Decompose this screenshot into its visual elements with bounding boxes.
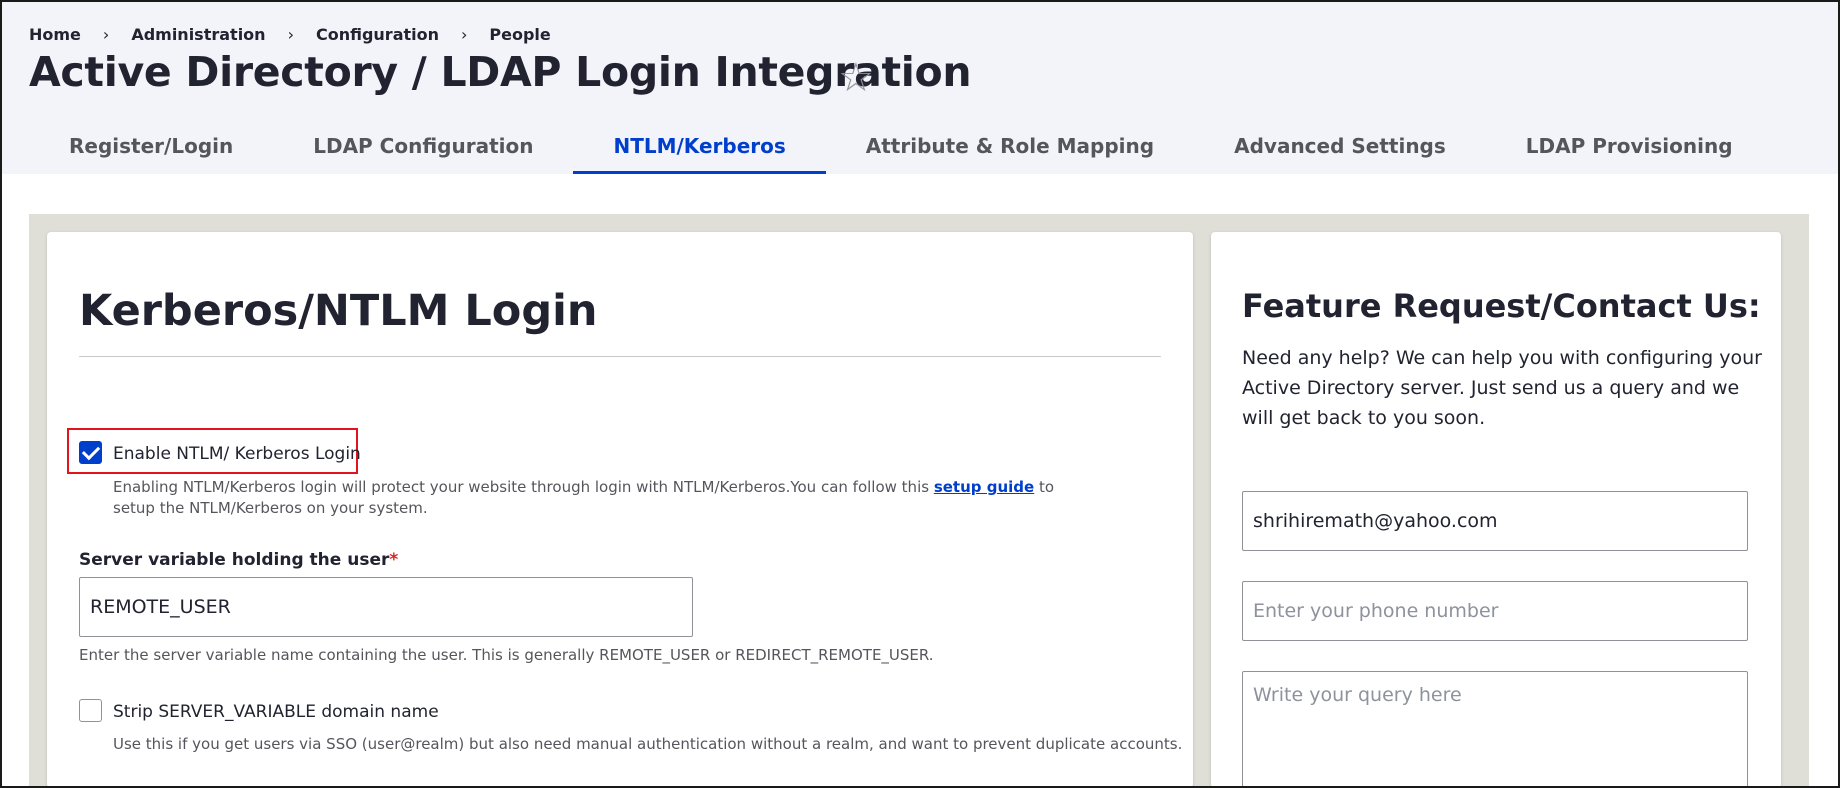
server-variable-help: Enter the server variable name containin…: [79, 646, 934, 664]
strip-domain-description: Use this if you get users via SSO (user@…: [113, 735, 1183, 753]
breadcrumb-configuration[interactable]: Configuration: [316, 25, 439, 44]
page-title: Active Directory / LDAP Login Integratio…: [29, 48, 972, 96]
tab-register-login[interactable]: Register/Login: [29, 122, 273, 174]
tab-ntlm-kerberos[interactable]: NTLM/Kerberos: [573, 122, 826, 174]
enable-ntlm-label: Enable NTLM/ Kerberos Login: [113, 444, 361, 464]
breadcrumb-home[interactable]: Home: [29, 25, 81, 44]
breadcrumb-administration[interactable]: Administration: [131, 25, 265, 44]
breadcrumb-people[interactable]: People: [489, 25, 550, 44]
setup-guide-link[interactable]: setup guide: [934, 478, 1034, 496]
chevron-right-icon: ›: [287, 24, 294, 44]
page-header: Home › Administration › Configuration › …: [0, 0, 1840, 174]
description-text: Enabling NTLM/Kerberos login will protec…: [113, 478, 934, 496]
section-title: Kerberos/NTLM Login: [79, 286, 598, 336]
chevron-right-icon: ›: [102, 24, 110, 44]
email-field[interactable]: shrihiremath@yahoo.com: [1242, 491, 1748, 551]
strip-domain-checkbox[interactable]: [79, 699, 102, 722]
enable-ntlm-checkbox[interactable]: [79, 441, 102, 464]
breadcrumb: Home › Administration › Configuration › …: [29, 24, 551, 44]
phone-field[interactable]: Enter your phone number: [1242, 581, 1748, 641]
contact-title: Feature Request/Contact Us:: [1242, 287, 1761, 325]
tab-attribute-role-mapping[interactable]: Attribute & Role Mapping: [826, 122, 1194, 174]
tab-advanced-settings[interactable]: Advanced Settings: [1194, 122, 1486, 174]
star-icon[interactable]: ☆: [838, 54, 874, 102]
chevron-right-icon: ›: [461, 24, 468, 44]
server-variable-input[interactable]: REMOTE_USER: [79, 577, 693, 637]
query-textarea[interactable]: Write your query here: [1242, 671, 1748, 788]
divider: [79, 356, 1161, 357]
tab-ldap-configuration[interactable]: LDAP Configuration: [273, 122, 573, 174]
strip-domain-label: Strip SERVER_VARIABLE domain name: [113, 702, 439, 722]
server-variable-label: Server variable holding the user*: [79, 550, 398, 570]
required-marker: *: [389, 550, 399, 570]
contact-description: Need any help? We can help you with conf…: [1242, 347, 1762, 429]
tab-ldap-provisioning[interactable]: LDAP Provisioning: [1486, 122, 1773, 174]
server-variable-label-text: Server variable holding the user: [79, 550, 390, 570]
tab-bar: Register/Login LDAP Configuration NTLM/K…: [29, 122, 1773, 174]
enable-ntlm-description: Enabling NTLM/Kerberos login will protec…: [113, 477, 1073, 519]
